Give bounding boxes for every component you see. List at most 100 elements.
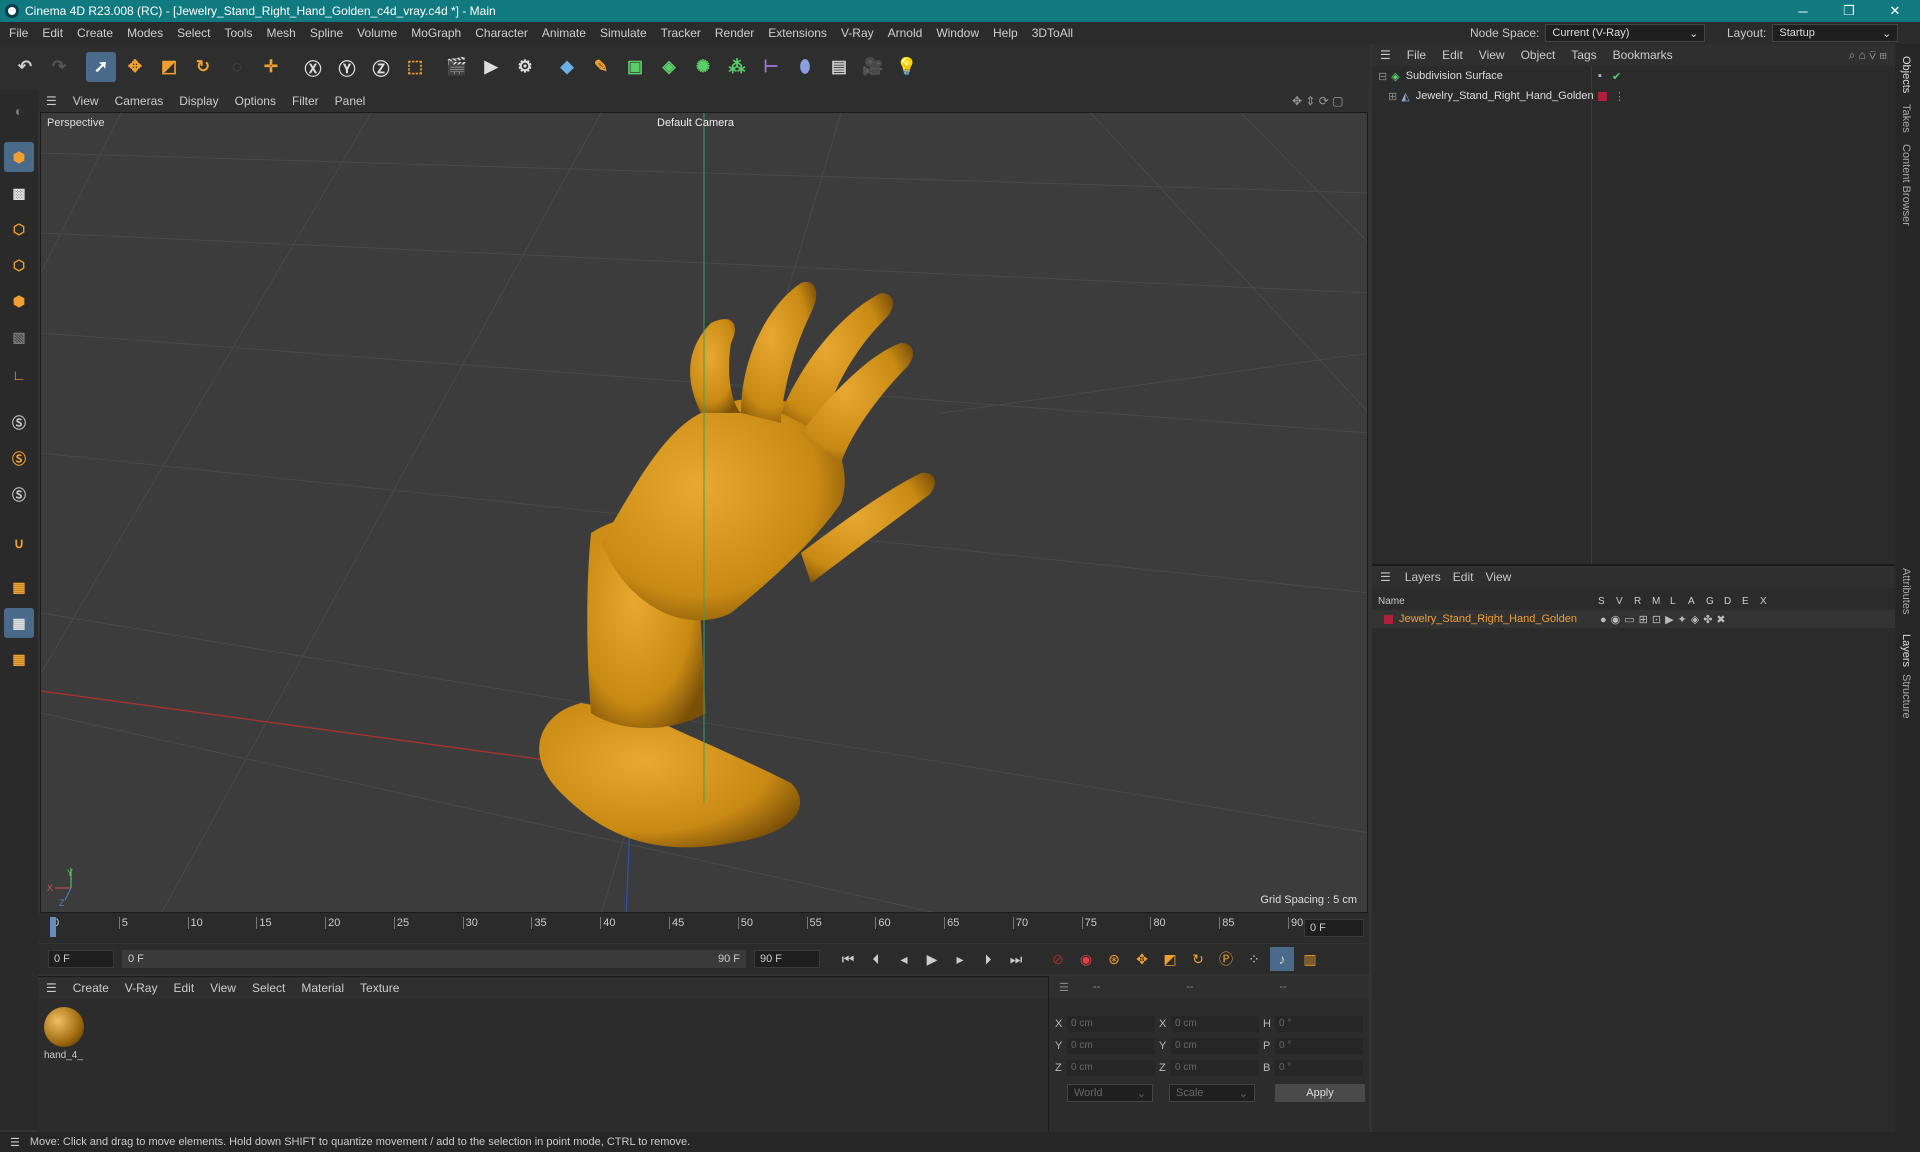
close-button[interactable]: ✕ (1872, 0, 1918, 22)
model-mode-icon[interactable]: ⬢ (4, 142, 34, 172)
edges-mode-icon[interactable]: ⬡ (4, 250, 34, 280)
array-icon[interactable]: ⁂ (722, 52, 752, 82)
visibility-dots-icon[interactable]: ⋮ (1614, 90, 1625, 103)
current-frame-field[interactable]: 0 F (1304, 919, 1364, 937)
grid-icon[interactable]: ▦ (4, 608, 34, 638)
menu-vray[interactable]: V-Ray (834, 26, 881, 40)
hamburger-icon[interactable]: ☰ (1372, 570, 1399, 584)
layers-menu-view[interactable]: View (1479, 570, 1517, 584)
size-y-field[interactable]: 0 cm (1171, 1038, 1259, 1054)
objects-menu-view[interactable]: View (1471, 48, 1513, 62)
perspective-viewport[interactable]: Perspective Default Camera Y X Z Grid Sp… (40, 112, 1368, 913)
menu-create[interactable]: Create (70, 26, 120, 40)
objects-menu-bookmarks[interactable]: Bookmarks (1605, 48, 1681, 62)
layer-row[interactable]: Jewelry_Stand_Right_Hand_Golden ●◉▭⊞⊡▶✦◈… (1372, 610, 1895, 628)
goto-start-icon[interactable]: ⏮ (836, 947, 860, 971)
viewport-menu-cameras[interactable]: Cameras (107, 94, 172, 108)
menu-3dtoall[interactable]: 3DToAll (1025, 26, 1080, 40)
menu-mograph[interactable]: MoGraph (404, 26, 468, 40)
menu-file[interactable]: File (0, 26, 35, 40)
size-z-field[interactable]: 0 cm (1171, 1060, 1259, 1076)
keyframe-selection-icon[interactable]: ⊛ (1102, 947, 1126, 971)
objects-menu-edit[interactable]: Edit (1434, 48, 1471, 62)
menu-spline[interactable]: Spline (303, 26, 350, 40)
key-parameter-icon[interactable]: Ⓟ (1214, 947, 1238, 971)
autokey-icon[interactable]: ◉ (1074, 947, 1098, 971)
cube-icon[interactable]: ◆ (552, 52, 582, 82)
objects-menu-object[interactable]: Object (1513, 48, 1564, 62)
layout-select[interactable]: Startup ⌄ (1772, 24, 1899, 42)
menu-edit[interactable]: Edit (35, 26, 70, 40)
key-pla-icon[interactable]: ⁘ (1242, 947, 1266, 971)
z-axis-lock-icon[interactable]: Ⓩ (366, 52, 396, 82)
golden-hand-model[interactable] (539, 282, 935, 848)
next-frame-icon[interactable]: ▸ (948, 947, 972, 971)
layers-menu-layers[interactable]: Layers (1399, 570, 1447, 584)
tab-takes[interactable]: Takes (1900, 104, 1912, 133)
end-frame-field[interactable]: 90 F (754, 950, 820, 968)
material-menu-view[interactable]: View (202, 981, 244, 995)
viewport-menu-panel[interactable]: Panel (327, 94, 374, 108)
undo-icon[interactable]: ↶ (10, 52, 40, 82)
material-menu-texture[interactable]: Texture (352, 981, 407, 995)
record-keys-icon[interactable]: ⊘ (1046, 947, 1070, 971)
menu-simulate[interactable]: Simulate (593, 26, 654, 40)
prev-key-icon[interactable]: ⏴ (864, 947, 888, 971)
tab-layers[interactable]: Layers (1900, 634, 1912, 667)
node-space-select[interactable]: Current (V-Ray) ⌄ (1545, 24, 1706, 42)
camera-icon[interactable]: 🎥 (858, 52, 888, 82)
floor-icon[interactable]: ▤ (824, 52, 854, 82)
workplane-icon[interactable]: ▦ (4, 572, 34, 602)
uv-mode-icon[interactable]: ▧ (4, 322, 34, 352)
hamburger-icon[interactable]: ☰ (1372, 48, 1399, 62)
motion-mode-icon[interactable]: ♪ (1270, 947, 1294, 971)
timeline-window-icon[interactable]: ▥ (1298, 947, 1322, 971)
goto-end-icon[interactable]: ⏭ (1004, 947, 1028, 971)
menu-mesh[interactable]: Mesh (259, 26, 302, 40)
material-menu-create[interactable]: Create (65, 981, 117, 995)
menu-tools[interactable]: Tools (217, 26, 259, 40)
light-icon[interactable]: 💡 (892, 52, 922, 82)
object-row-jewelry-stand[interactable]: ⊞ ◭ Jewelry_Stand_Right_Hand_Golden ⋮ (1372, 86, 1895, 106)
pos-y-field[interactable]: 0 cm (1067, 1038, 1155, 1054)
extrude-icon[interactable]: ◈ (654, 52, 684, 82)
camera-name[interactable]: Default Camera (657, 117, 734, 129)
tab-attributes[interactable]: Attributes (1900, 568, 1912, 614)
tab-content-browser[interactable]: Content Browser (1900, 144, 1912, 226)
menu-window[interactable]: Window (929, 26, 986, 40)
visibility-toggle-icon[interactable]: ▪ (1598, 70, 1602, 82)
material-menu-edit[interactable]: Edit (165, 981, 202, 995)
snap-settings-icon[interactable]: Ⓢ (4, 444, 34, 474)
layer-color-swatch[interactable] (1598, 91, 1607, 101)
objects-menu-file[interactable]: File (1399, 48, 1434, 62)
texture-mode-icon[interactable]: ▩ (4, 178, 34, 208)
x-axis-lock-icon[interactable]: Ⓧ (298, 52, 328, 82)
key-rotation-icon[interactable]: ↻ (1186, 947, 1210, 971)
key-scale-icon[interactable]: ◩ (1158, 947, 1182, 971)
mograph-cloner-icon[interactable]: ✺ (688, 52, 718, 82)
play-icon[interactable]: ▶ (920, 947, 944, 971)
select-tool-icon[interactable]: ➚ (86, 52, 116, 82)
material-swatch[interactable]: hand_4_ (44, 1007, 84, 1067)
move-tool-icon[interactable]: ✥ (120, 52, 150, 82)
object-row-subdivision[interactable]: ⊟ ◈ Subdivision Surface ▪ ✔ (1372, 66, 1895, 86)
material-menu-vray[interactable]: V-Ray (117, 981, 166, 995)
size-x-field[interactable]: 0 cm (1171, 1016, 1259, 1032)
magnet-icon[interactable]: ∪ (4, 528, 34, 558)
menu-help[interactable]: Help (986, 26, 1025, 40)
menu-tracker[interactable]: Tracker (654, 26, 708, 40)
menu-extensions[interactable]: Extensions (761, 26, 834, 40)
viewport-menu-view[interactable]: View (65, 94, 107, 108)
make-editable-icon[interactable]: ◐ (4, 96, 34, 126)
frame-range-slider[interactable]: 0 F 90 F (122, 950, 746, 968)
menu-modes[interactable]: Modes (120, 26, 170, 40)
search-icon[interactable]: ⌕ ⌂ ⊽ ⊞ (1849, 48, 1887, 63)
render-picture-viewer-icon[interactable]: ▶ (476, 52, 506, 82)
menu-select[interactable]: Select (170, 26, 217, 40)
key-position-icon[interactable]: ✥ (1130, 947, 1154, 971)
pen-spline-icon[interactable]: ✎ (586, 52, 616, 82)
collapse-icon[interactable]: ⊟ (1378, 70, 1387, 83)
minimize-button[interactable]: ─ (1780, 0, 1826, 22)
polygons-mode-icon[interactable]: ⬢ (4, 286, 34, 316)
material-menu-material[interactable]: Material (293, 981, 352, 995)
